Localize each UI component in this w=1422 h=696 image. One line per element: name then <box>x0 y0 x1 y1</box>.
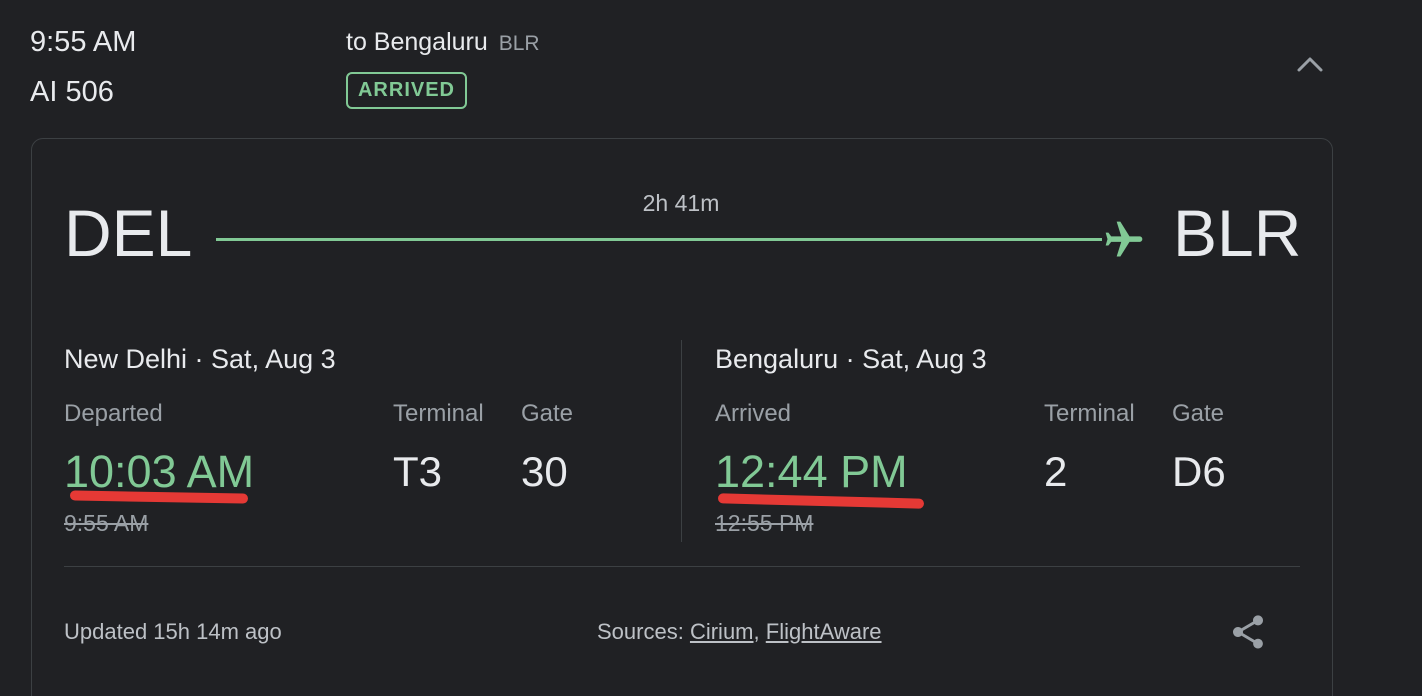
flight-status-page: 9:55 AM AI 506 to Bengaluru BLR ARRIVED … <box>0 0 1422 696</box>
status-badge: ARRIVED <box>346 72 467 109</box>
flight-duration: 2h 41m <box>642 190 720 216</box>
airplane-icon <box>1105 221 1143 257</box>
destination-text: to Bengaluru <box>346 28 488 56</box>
share-icon <box>1233 615 1263 649</box>
footer-divider <box>64 566 1300 567</box>
departure-terminal: T3 <box>393 448 443 495</box>
destination-code: BLR <box>498 32 540 55</box>
departure-gate: 30 <box>521 448 568 495</box>
arrival-terminal: 2 <box>1044 448 1068 495</box>
departure-status-label: Departed <box>64 400 163 427</box>
sources: Sources: Cirium, FlightAware <box>597 619 882 645</box>
arrival-scheduled-time: 12:55 PM <box>715 510 814 536</box>
departure-gate-label: Gate <box>521 400 574 427</box>
collapse-button[interactable] <box>1289 46 1331 82</box>
last-updated-text: Updated 15h 14m ago <box>64 619 282 644</box>
share-button[interactable] <box>1226 610 1270 654</box>
column-divider <box>681 340 682 542</box>
destination-airport-code: BLR <box>1173 196 1302 270</box>
arrival-actual-time: 12:44 PM <box>715 446 908 497</box>
departure-scheduled-time: 9:55 AM <box>64 510 149 536</box>
arrival-city-date: Bengaluru · Sat, Aug 3 <box>715 344 987 374</box>
arrival-terminal-label: Terminal <box>1044 400 1135 427</box>
flight-number: AI 506 <box>30 76 114 108</box>
sources-label: Sources: <box>597 619 684 644</box>
departure-city-date: New Delhi · Sat, Aug 3 <box>64 344 336 374</box>
sources-separator: , <box>753 619 760 644</box>
departure-terminal-label: Terminal <box>393 400 484 427</box>
source-link-cirium[interactable]: Cirium <box>690 619 754 644</box>
source-link-flightaware[interactable]: FlightAware <box>766 619 882 644</box>
arrival-gate-label: Gate <box>1172 400 1225 427</box>
destination-heading: to Bengaluru BLR <box>346 28 540 57</box>
arrival-status-label: Arrived <box>715 400 792 427</box>
scheduled-time: 9:55 AM <box>30 26 137 58</box>
route-line <box>216 238 1102 241</box>
arrival-gate: D6 <box>1172 448 1226 495</box>
chevron-up-icon <box>1297 57 1323 72</box>
